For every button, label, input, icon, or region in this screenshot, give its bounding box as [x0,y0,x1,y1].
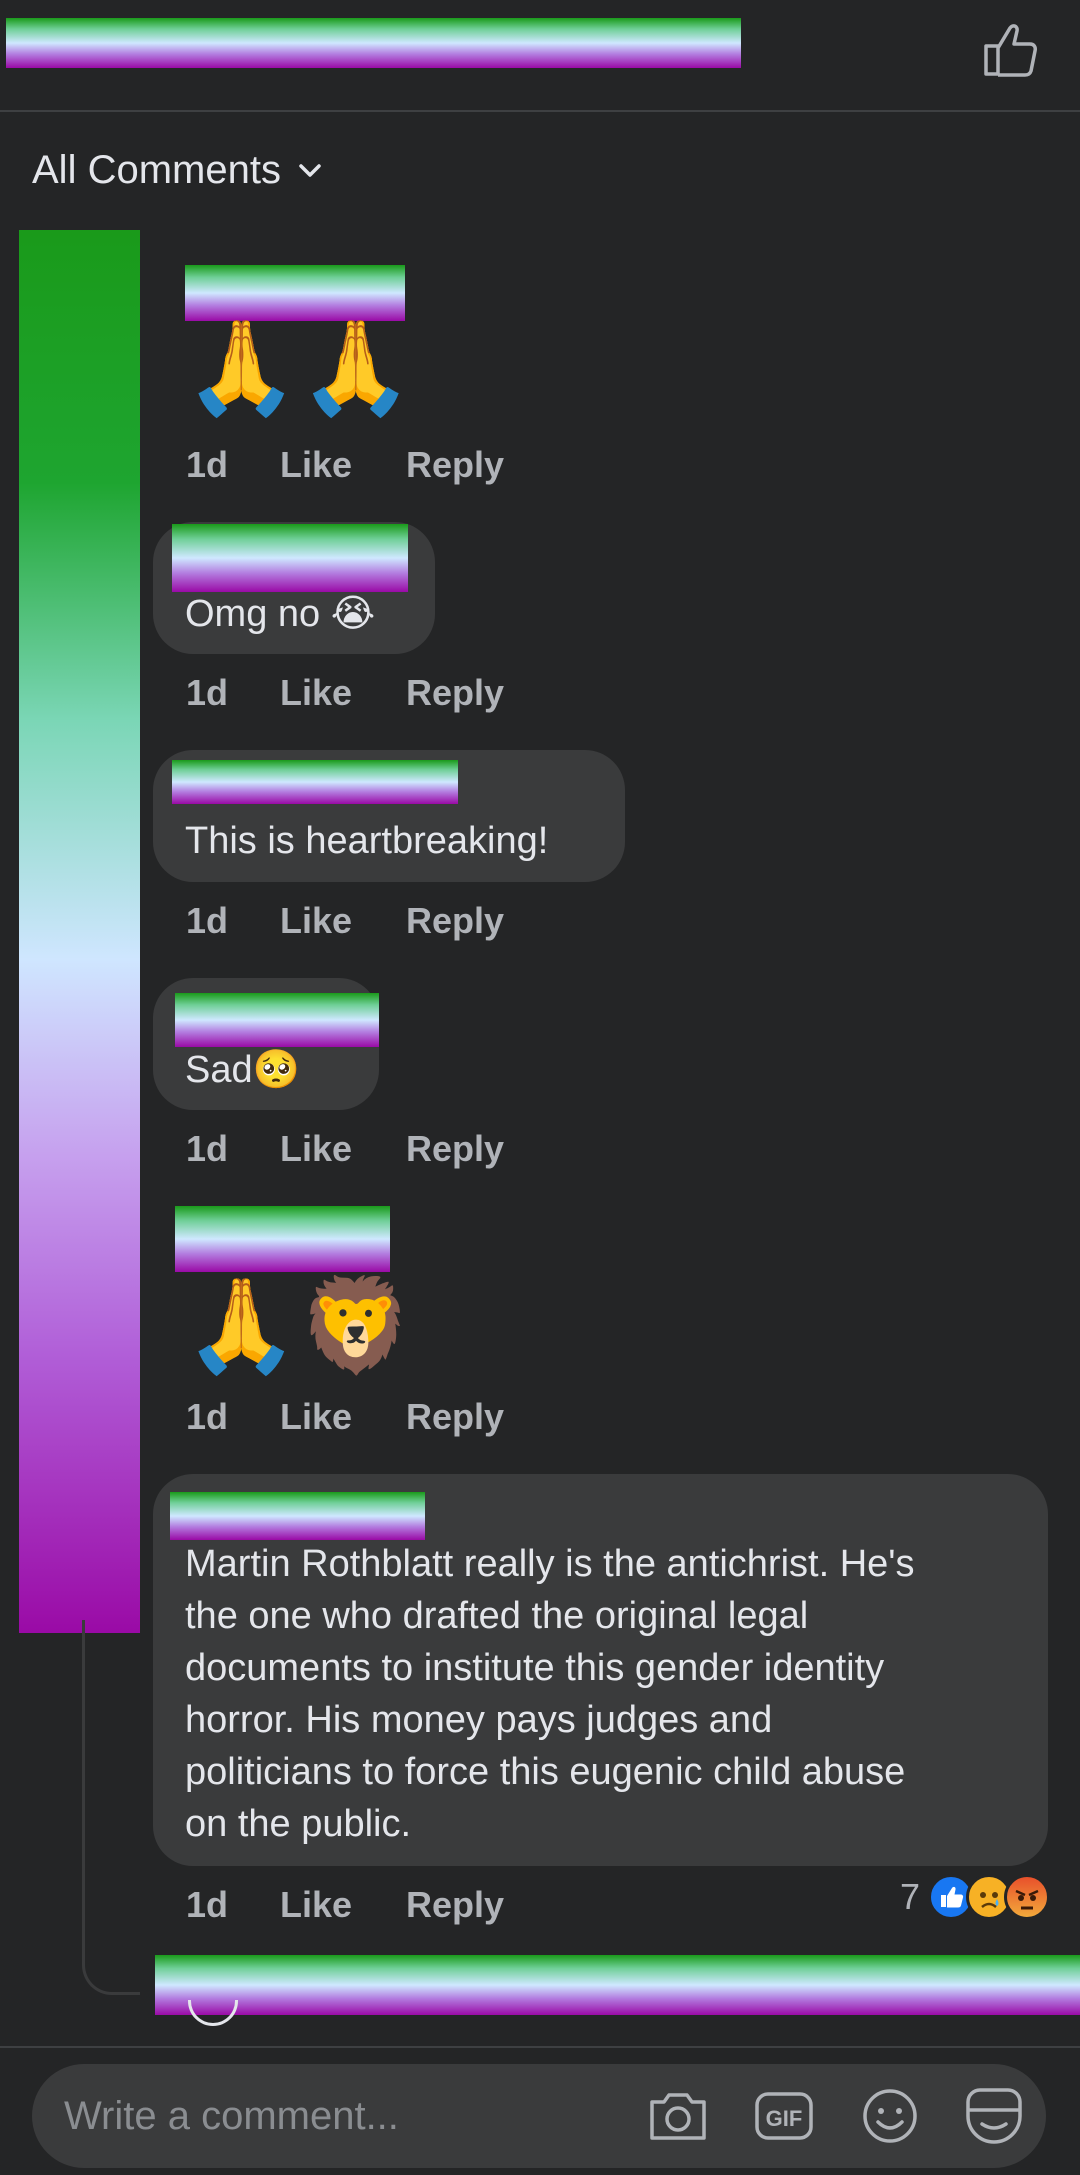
comment-line: Martin Rothblatt really is the antichris… [185,1543,915,1585]
like-button[interactable]: Like [280,1396,406,1438]
comment-text: 🙏🙏 [184,314,414,421]
reply-button[interactable]: Reply [406,672,504,714]
redacted-author [172,760,458,804]
redacted-author [175,993,379,1047]
like-button[interactable]: Like [280,1884,406,1926]
redacted-title [6,18,741,68]
post-header [0,0,1080,112]
comment-text: Martin Rothblatt really is the antichris… [185,1538,915,1850]
chevron-down-icon [299,163,321,177]
like-button[interactable]: Like [280,444,406,486]
comment-time: 1d [186,444,229,485]
avatar [188,2000,238,2026]
comment-time: 1d [186,672,229,713]
comment-time: 1d [186,900,229,941]
like-button[interactable]: Like [280,900,406,942]
svg-text:GIF: GIF [766,2106,803,2131]
like-button[interactable]: Like [280,672,406,714]
comment-composer: GIF [32,2064,1046,2168]
comment-actions: 1d Like Reply [186,1884,504,1926]
gif-icon[interactable]: GIF [752,2084,816,2148]
reply-button[interactable]: Reply [406,1396,504,1438]
comment-time: 1d [186,1128,229,1169]
camera-icon[interactable] [646,2084,710,2148]
reply-button[interactable]: Reply [406,1128,504,1170]
comment-actions: 1d Like Reply [186,1128,504,1170]
comment-text: Omg no 😭 [185,593,376,635]
comment-actions: 1d Like Reply [186,444,504,486]
angry-reaction-icon [1004,1874,1050,1920]
comment-actions: 1d Like Reply [186,900,504,942]
reaction-summary[interactable]: 7 [900,1874,1050,1920]
redacted-author [185,265,405,321]
comment-input[interactable] [64,2082,624,2150]
thumbs-up-icon[interactable] [980,20,1040,80]
reply-button[interactable]: Reply [406,1884,504,1926]
reaction-count: 7 [899,1876,920,1917]
comment-line: on the public. [185,1803,412,1845]
comment-text: Sad🥺 [185,1049,300,1091]
divider [0,2046,1080,2048]
filter-label: All Comments [32,148,281,192]
redacted-author [175,1206,390,1272]
redacted-author [170,1492,425,1540]
redacted-author [172,524,408,592]
comment-text: 🙏🦁 [184,1272,414,1379]
comment-text: This is heartbreaking! [185,820,549,862]
comment-filter-dropdown[interactable]: All Comments [32,148,325,193]
thread-connector [82,1620,140,1995]
comment-actions: 1d Like Reply [186,1396,504,1438]
comment-line: horror. His money pays judges and [185,1699,773,1741]
reply-button[interactable]: Reply [406,900,504,942]
comment-line: the one who drafted the original legal [185,1595,809,1637]
comment-line: politicians to force this eugenic child … [185,1751,906,1793]
comment-line: documents to institute this gender ident… [185,1647,885,1689]
reply-button[interactable]: Reply [406,444,504,486]
redacted-avatar [19,230,140,1633]
sticker-icon[interactable] [962,2084,1026,2148]
comment-time: 1d [186,1396,229,1437]
comment-time: 1d [186,1884,229,1925]
like-button[interactable]: Like [280,1128,406,1170]
emoji-icon[interactable] [858,2084,922,2148]
redacted-next-author [155,1955,1080,2015]
comment-actions: 1d Like Reply [186,672,504,714]
